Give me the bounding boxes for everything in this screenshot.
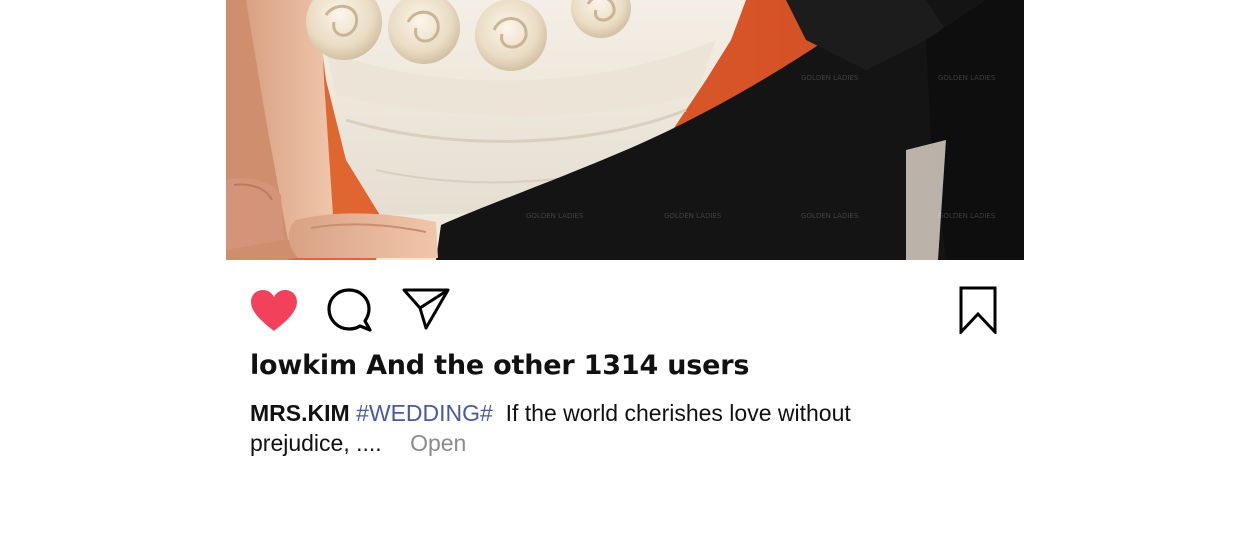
share-button[interactable] — [402, 286, 450, 334]
heart-icon — [251, 290, 297, 331]
caption-username[interactable]: MRS.KIM — [250, 400, 350, 426]
photo-illustration: GOLDEN LADIES GOLDEN LADIES GOLDEN LADIE… — [226, 0, 1024, 260]
watermark-text: GOLDEN LADIES — [801, 212, 859, 220]
post-photo[interactable]: GOLDEN LADIES GOLDEN LADIES GOLDEN LADIE… — [226, 0, 1024, 260]
comment-button[interactable] — [327, 287, 373, 337]
watermark-text: GOLDEN LADIES — [938, 212, 996, 220]
caption-hashtag[interactable]: #WEDDING# — [356, 400, 493, 426]
paper-plane-icon — [402, 288, 450, 330]
comment-bubble-icon — [327, 288, 372, 332]
post-action-bar — [226, 283, 1024, 338]
like-button[interactable] — [249, 289, 299, 337]
post-caption: MRS.KIM #WEDDING# If the world cherishes… — [250, 398, 950, 458]
likes-count[interactable]: lowkim And the other 1314 users — [250, 350, 749, 381]
watermark-text: GOLDEN LADIES — [664, 212, 722, 220]
caption-more-link[interactable]: Open — [410, 430, 466, 456]
bookmark-icon — [959, 286, 997, 336]
post-card: GOLDEN LADIES GOLDEN LADIES GOLDEN LADIE… — [226, 0, 1024, 549]
watermark-text: GOLDEN LADIES — [526, 212, 584, 220]
watermark-text: GOLDEN LADIES — [938, 74, 996, 82]
watermark-text: GOLDEN LADIES — [801, 74, 859, 82]
save-button[interactable] — [959, 286, 997, 338]
